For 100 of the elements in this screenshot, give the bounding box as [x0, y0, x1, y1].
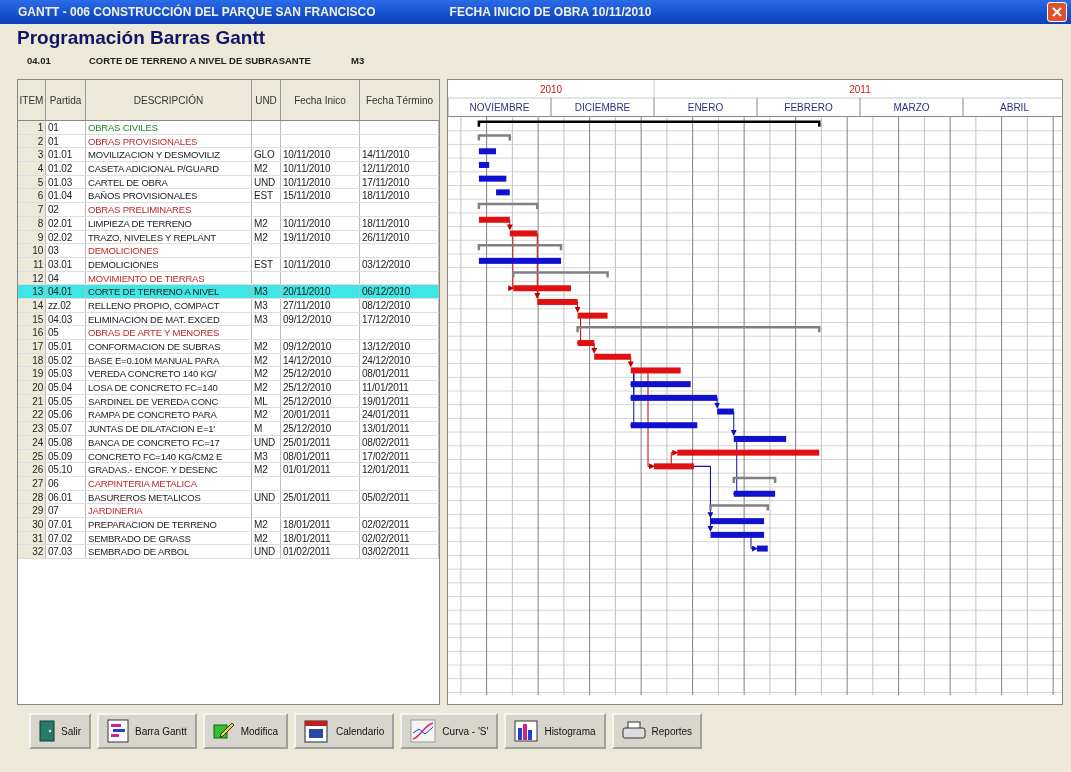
table-cell: 04.01 — [46, 285, 86, 298]
task-bar[interactable] — [630, 422, 698, 429]
table-cell: 19/11/2010 — [281, 230, 360, 244]
table-cell: DEMOLICIONES — [86, 257, 252, 271]
year-label: 2011 — [849, 84, 871, 95]
dependency-arrow — [508, 235, 515, 292]
table-row[interactable]: 22 05.06 RAMPA DE CONCRETO PARA M2 20/01/2011 24/01/2011 — [18, 408, 439, 423]
table-row[interactable]: 5 01.03 CARTEL DE OBRA UND 10/11/2010 17/11/2010 — [18, 175, 439, 190]
close-button[interactable] — [1047, 2, 1067, 22]
table-cell: 14/11/2010 — [360, 148, 439, 162]
table-row[interactable]: 18 05.02 BASE E=0.10M MANUAL PARA M2 14/12/2010 24/12/2010 — [18, 353, 439, 368]
table-row[interactable]: 9 02.02 TRAZO, NIVELES Y REPLANT M2 19/11/2010 26/11/2010 — [18, 230, 439, 245]
table-row[interactable]: 29 07 JARDINERIA — [18, 504, 439, 518]
toolbar-button[interactable]: Reportes — [611, 713, 703, 749]
table-cell: 19 — [18, 367, 46, 381]
toolbar-button[interactable]: Calendario — [293, 713, 395, 749]
task-bar[interactable] — [710, 531, 765, 538]
table-cell: CARTEL DE OBRA — [86, 175, 252, 189]
dependency-arrow — [750, 537, 758, 552]
table-cell: 15/11/2010 — [281, 189, 360, 203]
task-bar[interactable] — [478, 148, 497, 155]
table-row[interactable]: 17 05.01 CONFORMACION DE SUBRAS M2 09/12/2010 13/12/2010 — [18, 340, 439, 354]
table-row[interactable]: 28 06.01 BASUREROS METALICOS UND 25/01/2011 05/02/2011 — [18, 490, 439, 505]
table-row[interactable]: 31 07.02 SEMBRADO DE GRASS M2 18/01/2011 02/02/2011 — [18, 531, 439, 546]
task-bar[interactable] — [733, 490, 776, 497]
table-cell: 03/12/2010 — [360, 257, 439, 271]
task-bar[interactable] — [478, 175, 507, 182]
table-cell: 29 — [18, 504, 46, 517]
table-row[interactable]: 19 05.03 VEREDA CONCRETO 140 KG/ M2 25/12/2010 08/01/2011 — [18, 367, 439, 382]
table-cell: 3 — [18, 148, 46, 162]
table-cell: 24/01/2011 — [360, 408, 439, 422]
table-cell: 20/01/2011 — [281, 408, 360, 422]
table-row[interactable]: 27 06 CARPINTERIA METALICA — [18, 476, 439, 491]
table-row[interactable]: 14 zz.02 RELLENO PROPIO, COMPACT M3 27/11/2010 08/12/2010 — [18, 298, 439, 313]
table-cell: 02/02/2011 — [360, 531, 439, 545]
table-cell: 18/11/2010 — [360, 216, 439, 230]
table-cell: M2 — [252, 367, 281, 381]
table-cell: 02 — [46, 203, 86, 216]
table-row[interactable]: 2 01 OBRAS PROVISIONALES — [18, 134, 439, 149]
table-row[interactable]: 21 05.05 SARDINEL DE VEREDA CONC ML 25/12/2010 19/01/2011 — [18, 394, 439, 409]
table-cell: 10/11/2010 — [281, 257, 360, 271]
task-bar[interactable] — [478, 216, 510, 223]
table-cell: M2 — [252, 162, 281, 175]
task-bar[interactable] — [733, 435, 787, 442]
table-row[interactable]: 24 05.08 BANCA DE CONCRETO FC=17 UND 25/01/2011 08/02/2011 — [18, 435, 439, 450]
table-cell: OBRAS CIVILES — [86, 121, 252, 134]
table-cell: 10/11/2010 — [281, 162, 360, 175]
table-cell: 20 — [18, 381, 46, 394]
table-row[interactable]: 20 05.04 LOSA DE CONCRETO FC=140 M2 25/12/2010 11/01/2011 — [18, 381, 439, 395]
table-cell: 25/01/2011 — [281, 435, 360, 449]
toolbar-button[interactable]: Modifica — [202, 713, 288, 749]
table-cell: CORTE DE TERRENO A NIVEL — [86, 285, 252, 298]
task-bar[interactable] — [630, 394, 718, 401]
task-bar[interactable] — [577, 340, 595, 347]
table-cell: 02.01 — [46, 216, 86, 230]
task-bar[interactable] — [757, 545, 768, 552]
table-cell: 09/12/2010 — [281, 340, 360, 353]
table-row[interactable]: 30 07.01 PREPARACION DE TERRENO M2 18/01/2011 02/02/2011 — [18, 517, 439, 532]
task-bar[interactable] — [710, 518, 765, 525]
close-icon — [1052, 7, 1062, 17]
table-row[interactable]: 15 04.03 ELIMINACION DE MAT. EXCED M3 09/12/2010 17/12/2010 — [18, 312, 439, 327]
table-cell: 05.05 — [46, 394, 86, 408]
table-row[interactable]: 23 05.07 JUNTAS DE DILATACION E=1' M 25/12/2010 13/01/2011 — [18, 422, 439, 436]
table-cell: UND — [252, 490, 281, 504]
table-cell: RELLENO PROPIO, COMPACT — [86, 298, 252, 312]
table-cell: CONCRETO FC=140 KG/CM2 E — [86, 449, 252, 463]
toolbar-button[interactable]: Barra Gantt — [97, 713, 197, 749]
table-row[interactable]: 26 05.10 GRADAS.- ENCOF. Y DESENC M2 01/01/2011 12/01/2011 — [18, 463, 439, 477]
table-row[interactable]: 10 03 DEMOLICIONES — [18, 244, 439, 258]
toolbar-button[interactable]: Curva - 'S' — [400, 713, 499, 749]
task-bar[interactable] — [537, 298, 578, 305]
task-bar[interactable] — [478, 161, 490, 168]
table-row[interactable]: 13 04.01 CORTE DE TERRENO A NIVEL M3 20/11/2010 06/12/2010 — [18, 285, 439, 299]
table-cell: EST — [252, 257, 281, 271]
table-row[interactable]: 32 07.03 SEMBRADO DE ARBOL UND 01/02/2011 03/02/2011 — [18, 545, 439, 559]
table-row[interactable]: 16 05 OBRAS DE ARTE Y MENORES — [18, 326, 439, 340]
table-row[interactable]: 8 02.01 LIMPIEZA DE TERRENO M2 10/11/2010 18/11/2010 — [18, 216, 439, 231]
table-cell: M2 — [252, 340, 281, 353]
toolbar-button[interactable]: Salir — [29, 713, 91, 749]
table-row[interactable]: 3 01.01 MOVILIZACION Y DESMOVILIZ GLO 10/11/2010 14/11/2010 — [18, 148, 439, 163]
table-row[interactable]: 4 01.02 CASETA ADICIONAL P/GUARD M2 10/11/2010 12/11/2010 — [18, 162, 439, 176]
table-cell: JARDINERIA — [86, 504, 252, 517]
table-cell: 06.01 — [46, 490, 86, 504]
table-row[interactable]: 11 03.01 DEMOLICIONES EST 10/11/2010 03/12/2010 — [18, 257, 439, 272]
table-cell: 4 — [18, 162, 46, 175]
table-cell: 7 — [18, 203, 46, 216]
table-cell: 01/02/2011 — [281, 545, 360, 558]
task-bar[interactable] — [630, 381, 691, 388]
table-cell: 05.01 — [46, 340, 86, 353]
table-cell: 18/01/2011 — [281, 517, 360, 531]
table-row[interactable]: 1 01 OBRAS CIVILES — [18, 121, 439, 135]
table-row[interactable]: 7 02 OBRAS PRELIMINARES — [18, 203, 439, 217]
month-label: DICIEMBRE — [574, 102, 631, 113]
table-row[interactable]: 25 05.09 CONCRETO FC=140 KG/CM2 E M3 08/01/2011 17/02/2011 — [18, 449, 439, 464]
task-bar[interactable] — [496, 189, 510, 196]
table-row[interactable]: 6 01.04 BAÑOS PROVISIONALES EST 15/11/2010 18/11/2010 — [18, 189, 439, 204]
table-cell: 08/02/2011 — [360, 435, 439, 449]
toolbar-button[interactable]: Histograma — [504, 713, 606, 749]
task-bar[interactable] — [478, 257, 562, 264]
table-cell: OBRAS PROVISIONALES — [86, 134, 252, 148]
